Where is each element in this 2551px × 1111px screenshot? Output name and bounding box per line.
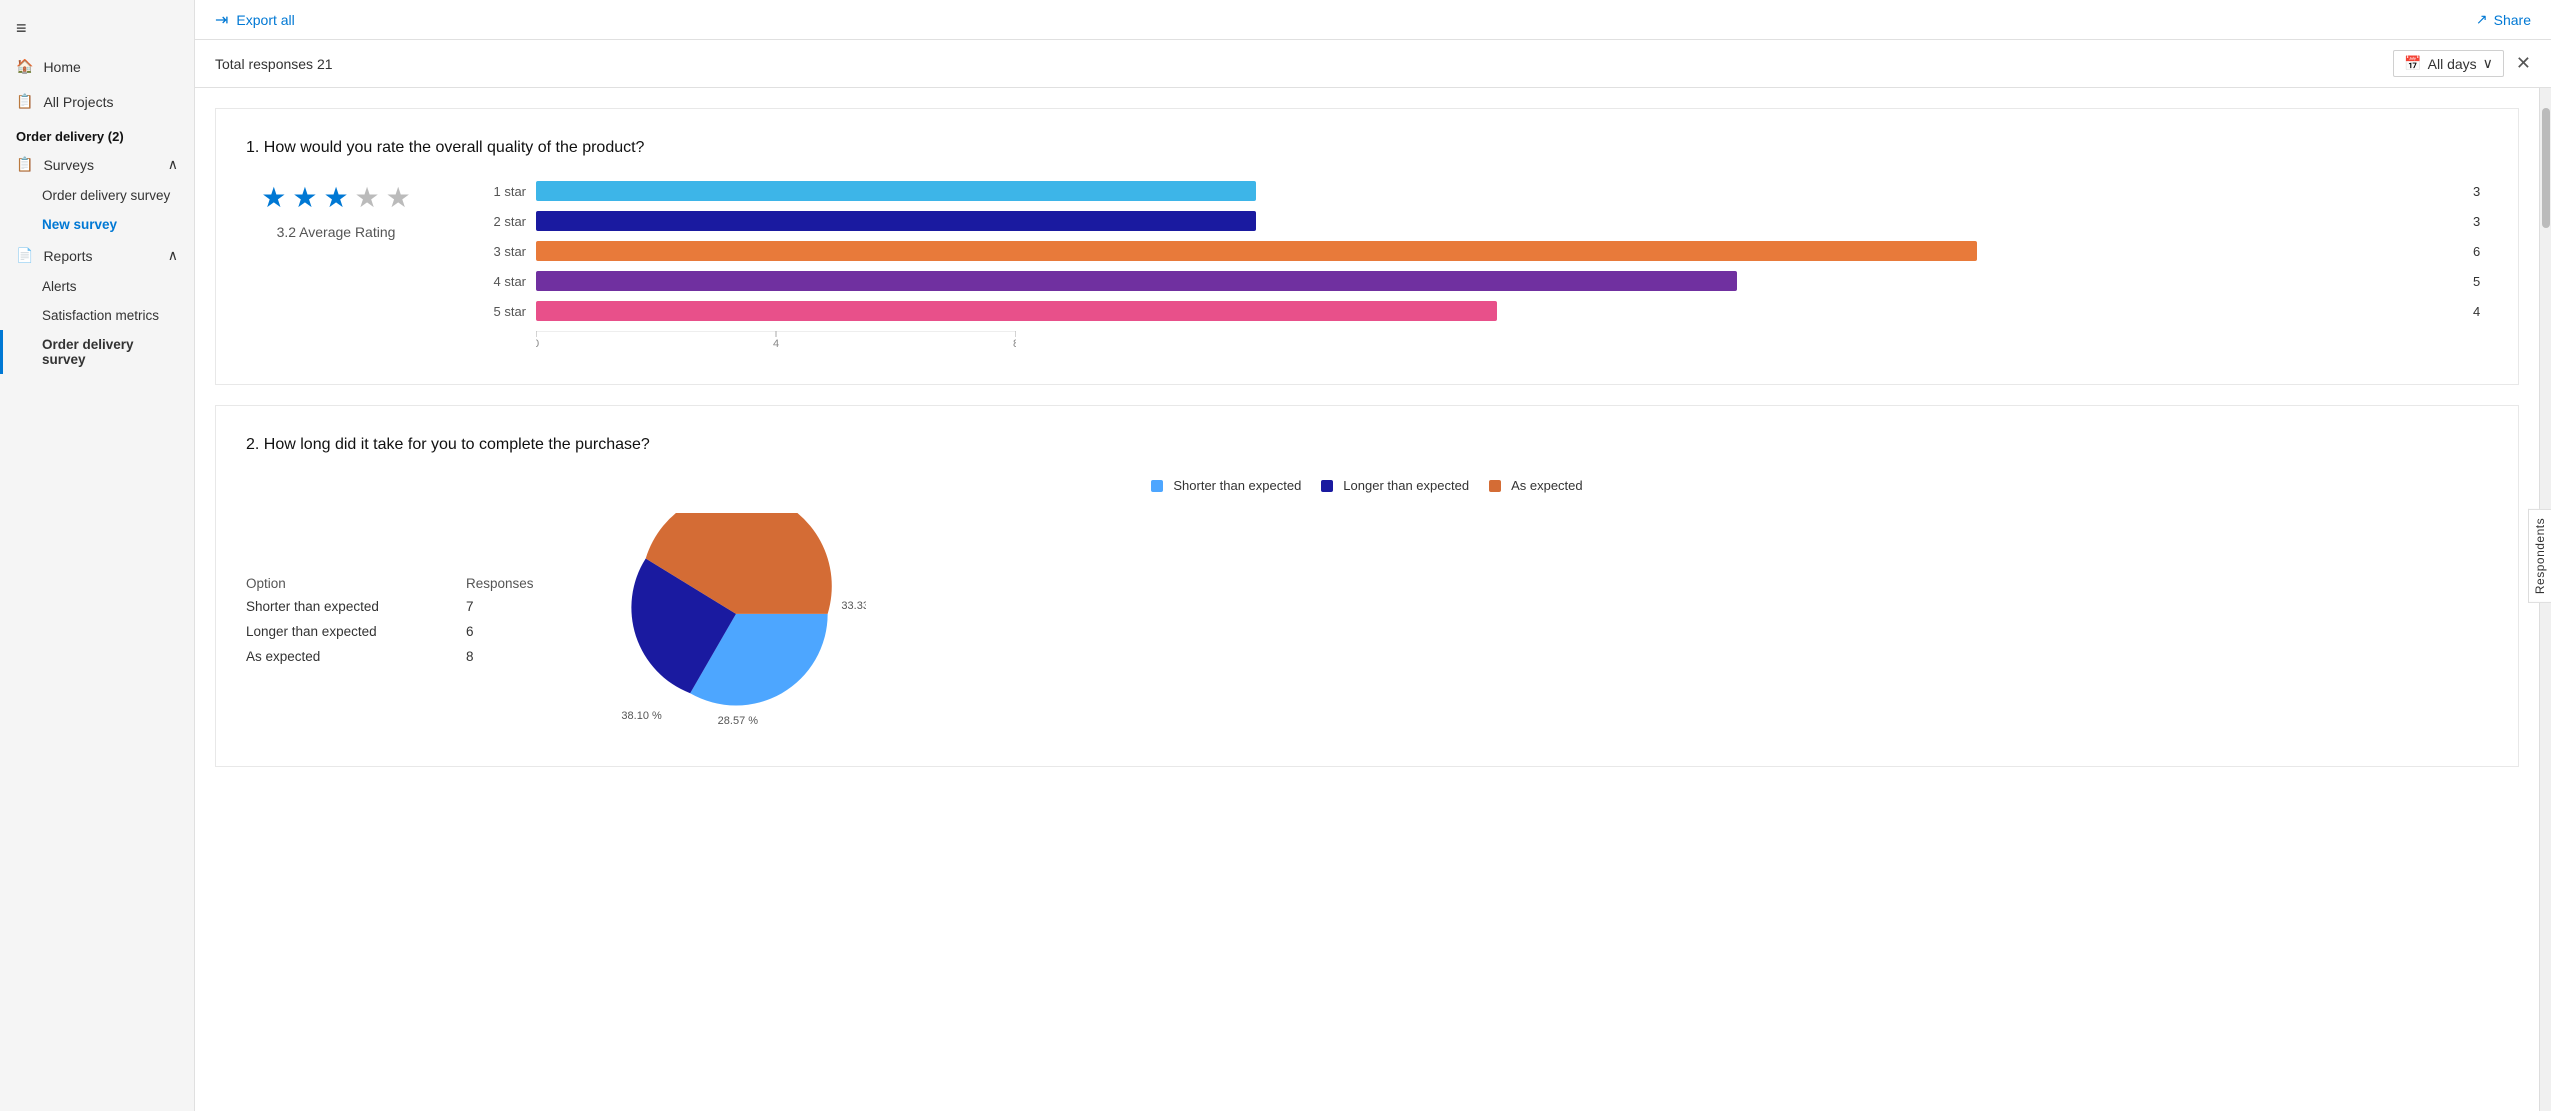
legend-dot-expected [1489, 480, 1501, 492]
main-content: ⇥ Export all ↗ Share Total responses 21 … [195, 0, 2551, 1111]
bar-track-3star [536, 241, 2457, 261]
filter-bar: Total responses 21 📅 All days ∨ ✕ [195, 40, 2551, 88]
legend-dot-longer [1321, 480, 1333, 492]
bar-row-4star: 4 star 5 [486, 271, 2488, 291]
export-all-button[interactable]: ⇥ Export all [215, 10, 295, 30]
bar-fill-1star [536, 181, 1256, 201]
pie-chart-container: 33.33 % 38.10 % 28.57 % [606, 513, 866, 736]
bar-row-5star: 5 star 4 [486, 301, 2488, 321]
surveys-group-header[interactable]: 📋 Surveys ∧ [0, 148, 194, 181]
share-icon: ↗ [2476, 11, 2488, 28]
star-3: ★ [323, 181, 348, 214]
bar-value-3star: 6 [2473, 244, 2488, 259]
export-icon: ⇥ [215, 10, 228, 30]
total-responses-label: Total responses 21 [215, 56, 333, 72]
table-row-expected: As expected 8 [246, 649, 526, 664]
reports-group: 📄 Reports ∧ Alerts Satisfaction metrics … [0, 239, 194, 374]
legend-longer: Longer than expected [1321, 478, 1469, 493]
svg-text:8: 8 [1013, 338, 1016, 350]
question-2-title: 2. How long did it take for you to compl… [246, 436, 2488, 454]
sidebar-child-order-delivery-survey-report[interactable]: Order delivery survey [0, 330, 194, 374]
bar-label-5star: 5 star [486, 304, 526, 319]
table-header: Option Responses [246, 576, 526, 591]
bar-label-3star: 3 star [486, 244, 526, 259]
respondents-tab-label: Respondents [2533, 517, 2547, 593]
bar-row-3star: 3 star 6 [486, 241, 2488, 261]
bar-fill-2star [536, 211, 1256, 231]
surveys-group: 📋 Surveys ∧ Order delivery survey New su… [0, 148, 194, 239]
bar-track-1star [536, 181, 2457, 201]
home-icon: 🏠 [16, 58, 33, 75]
bar-row-2star: 2 star 3 [486, 211, 2488, 231]
pie-chart-svg: 33.33 % 38.10 % 28.57 % [606, 513, 866, 733]
bar-track-4star [536, 271, 2457, 291]
bar-track-2star [536, 211, 2457, 231]
all-projects-icon: 📋 [16, 93, 33, 110]
legend-expected: As expected [1489, 478, 1583, 493]
response-table: Option Responses Shorter than expected 7… [246, 576, 526, 674]
sidebar-item-home[interactable]: 🏠 Home [0, 49, 194, 84]
pie-label-longer: 28.57 % [718, 715, 759, 727]
svg-text:0: 0 [536, 338, 539, 350]
respondents-tab[interactable]: Respondents [2528, 508, 2551, 602]
reports-icon: 📄 [16, 247, 33, 264]
bar-value-5star: 4 [2473, 304, 2488, 319]
bar-value-1star: 3 [2473, 184, 2488, 199]
bar-fill-4star [536, 271, 1737, 291]
top-bar: ⇥ Export all ↗ Share [195, 0, 2551, 40]
questions-panel: 1. How would you rate the overall qualit… [195, 88, 2539, 1111]
surveys-icon: 📋 [16, 156, 33, 173]
bar-track-5star [536, 301, 2457, 321]
pie-label-shorter: 33.33 % [841, 600, 866, 612]
average-rating-label: 3.2 Average Rating [277, 224, 396, 240]
content-area: 1. How would you rate the overall qualit… [195, 88, 2551, 1111]
all-days-filter[interactable]: 📅 All days ∨ [2393, 50, 2504, 77]
sidebar-section-title: Order delivery (2) [0, 119, 194, 148]
bar-chart: 1 star 3 2 star 3 [486, 181, 2488, 354]
question-1-title: 1. How would you rate the overall qualit… [246, 139, 2488, 157]
sidebar-item-all-projects[interactable]: 📋 All Projects [0, 84, 194, 119]
sidebar-child-satisfaction-metrics[interactable]: Satisfaction metrics [0, 301, 194, 330]
table-row-longer: Longer than expected 6 [246, 624, 526, 639]
sidebar-child-new-survey[interactable]: New survey [0, 210, 194, 239]
bar-label-2star: 2 star [486, 214, 526, 229]
reports-chevron-icon: ∧ [168, 247, 178, 264]
star-5: ★ [386, 181, 411, 214]
close-panel-icon[interactable]: ✕ [2516, 53, 2531, 74]
question-2-card: 2. How long did it take for you to compl… [215, 405, 2519, 767]
surveys-chevron-icon: ∧ [168, 156, 178, 173]
calendar-icon: 📅 [2404, 55, 2421, 72]
sidebar-child-alerts[interactable]: Alerts [0, 272, 194, 301]
hamburger-icon[interactable]: ≡ [0, 8, 194, 49]
filter-chevron-icon: ∨ [2483, 55, 2493, 72]
reports-group-header[interactable]: 📄 Reports ∧ [0, 239, 194, 272]
star-4: ★ [355, 181, 380, 214]
legend-shorter: Shorter than expected [1151, 478, 1301, 493]
sidebar: ≡ 🏠 Home 📋 All Projects Order delivery (… [0, 0, 195, 1111]
bar-label-1star: 1 star [486, 184, 526, 199]
bar-row-1star: 1 star 3 [486, 181, 2488, 201]
bar-fill-5star [536, 301, 1497, 321]
bar-axis-svg: 0 4 8 [536, 331, 1016, 351]
star-2: ★ [292, 181, 317, 214]
legend-dot-shorter [1151, 480, 1163, 492]
bar-value-4star: 5 [2473, 274, 2488, 289]
svg-text:4: 4 [773, 338, 779, 350]
bar-value-2star: 3 [2473, 214, 2488, 229]
question-2-content: Option Responses Shorter than expected 7… [246, 513, 2488, 736]
star-1: ★ [261, 181, 286, 214]
share-button[interactable]: ↗ Share [2476, 11, 2531, 28]
table-row-shorter: Shorter than expected 7 [246, 599, 526, 614]
question-1-content: ★ ★ ★ ★ ★ 3.2 Average Rating 1 star [246, 181, 2488, 354]
sidebar-child-order-delivery-survey[interactable]: Order delivery survey [0, 181, 194, 210]
bar-label-4star: 4 star [486, 274, 526, 289]
bar-fill-3star [536, 241, 1977, 261]
question-1-card: 1. How would you rate the overall qualit… [215, 108, 2519, 385]
pie-legend: Shorter than expected Longer than expect… [246, 478, 2488, 493]
star-rating-section: ★ ★ ★ ★ ★ 3.2 Average Rating [246, 181, 426, 240]
scroll-thumb[interactable] [2542, 108, 2550, 228]
pie-label-expected: 38.10 % [621, 710, 662, 722]
stars-display: ★ ★ ★ ★ ★ [261, 181, 411, 214]
